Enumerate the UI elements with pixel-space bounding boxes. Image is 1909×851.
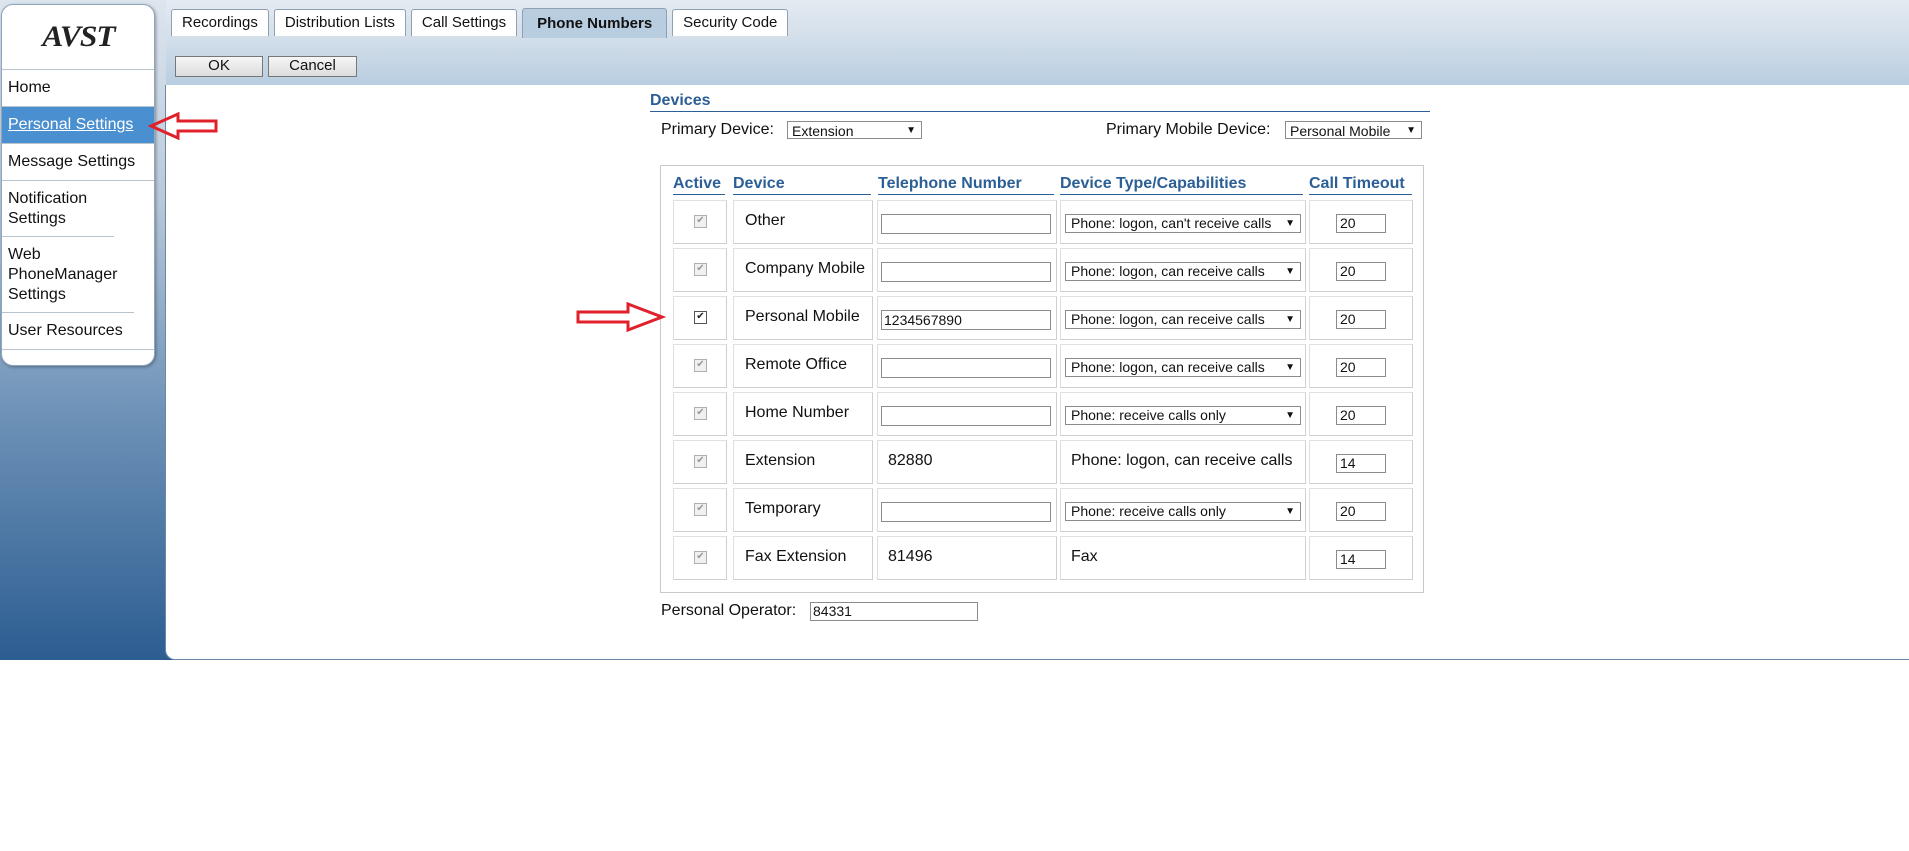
device-type-select[interactable]: Phone: logon, can receive calls ▼ (1065, 358, 1301, 377)
telephone-number-input[interactable] (881, 262, 1051, 282)
nav-personal-settings[interactable]: Personal Settings (2, 107, 154, 144)
dropdown-arrow-icon: ▼ (1406, 125, 1416, 136)
device-type-value: Phone: logon, can't receive calls (1071, 215, 1272, 231)
call-timeout-input[interactable]: 20 (1336, 502, 1386, 521)
telephone-number-input[interactable] (881, 502, 1051, 522)
primary-mobile-select[interactable]: Personal Mobile ▼ (1285, 121, 1422, 139)
dropdown-arrow-icon: ▼ (1285, 362, 1295, 373)
telephone-number-text: 81496 (888, 548, 933, 565)
device-type-value: Phone: receive calls only (1071, 503, 1226, 519)
primary-device-value: Extension (792, 123, 854, 139)
device-type-select[interactable]: Phone: logon, can receive calls ▼ (1065, 310, 1301, 329)
primary-device-select[interactable]: Extension ▼ (787, 121, 922, 139)
device-type-value: Phone: logon, can receive calls (1071, 311, 1265, 327)
col-call-timeout: Call Timeout (1309, 175, 1412, 195)
telephone-number-input[interactable]: 1234567890 (881, 310, 1051, 330)
device-name: Fax Extension (745, 548, 847, 565)
telephone-number-text: 82880 (888, 452, 933, 469)
active-checkbox[interactable]: ✔ (694, 503, 707, 516)
nav-notification-settings[interactable]: Notification Settings (2, 181, 114, 237)
personal-operator-label: Personal Operator: (661, 602, 797, 619)
device-type-select[interactable]: Phone: logon, can't receive calls ▼ (1065, 214, 1301, 233)
telephone-number-input[interactable] (881, 358, 1051, 378)
device-type-text: Phone: logon, can receive calls (1071, 452, 1293, 469)
active-checkbox[interactable]: ✔ (694, 455, 707, 468)
dropdown-arrow-icon: ▼ (1285, 410, 1295, 421)
active-checkbox[interactable]: ✔ (694, 215, 707, 228)
nav-message-settings[interactable]: Message Settings (2, 144, 154, 181)
col-active: Active (673, 175, 725, 195)
dropdown-arrow-icon: ▼ (1285, 314, 1295, 325)
active-checkbox[interactable]: ✔ (694, 263, 707, 276)
primary-mobile-value: Personal Mobile (1290, 123, 1391, 139)
device-type-text: Fax (1071, 548, 1098, 565)
device-type-value: Phone: logon, can receive calls (1071, 263, 1265, 279)
device-type-select[interactable]: Phone: receive calls only ▼ (1065, 406, 1301, 425)
nav-web-phonemanager-settings[interactable]: Web PhoneManager Settings (2, 237, 134, 313)
nav-home[interactable]: Home (2, 70, 154, 107)
nav-user-resources[interactable]: User Resources (2, 313, 154, 350)
device-name: Temporary (745, 500, 821, 517)
tab-security-code[interactable]: Security Code (672, 9, 789, 36)
dropdown-arrow-icon: ▼ (1285, 506, 1295, 517)
call-timeout-input[interactable]: 14 (1336, 550, 1386, 569)
tab-phone-numbers[interactable]: Phone Numbers (522, 8, 668, 38)
dropdown-arrow-icon: ▼ (1285, 218, 1295, 229)
col-telephone-number: Telephone Number (878, 175, 1054, 195)
sidebar: AVST Home Personal Settings Message Sett… (1, 4, 155, 366)
primary-device-label: Primary Device: (661, 121, 774, 138)
active-checkbox[interactable]: ✔ (694, 551, 707, 564)
device-name: Home Number (745, 404, 850, 421)
device-type-select[interactable]: Phone: receive calls only ▼ (1065, 502, 1301, 521)
logo-text: AVST (41, 20, 115, 53)
telephone-number-input[interactable] (881, 406, 1051, 426)
tab-recordings[interactable]: Recordings (171, 9, 269, 36)
dropdown-arrow-icon: ▼ (1285, 266, 1295, 277)
col-device: Device (733, 175, 871, 195)
device-name: Remote Office (745, 356, 847, 373)
tab-bar: Recordings Distribution Lists Call Setti… (171, 8, 789, 38)
devices-section-title: Devices (650, 92, 1430, 112)
device-name: Other (745, 212, 786, 229)
telephone-number-input[interactable] (881, 214, 1051, 234)
call-timeout-input[interactable]: 20 (1336, 310, 1386, 329)
annotation-arrow-right-icon (576, 302, 666, 332)
active-checkbox[interactable]: ✔ (694, 359, 707, 372)
active-checkbox[interactable]: ✔ (694, 407, 707, 420)
call-timeout-input[interactable]: 20 (1336, 358, 1386, 377)
tab-distribution-lists[interactable]: Distribution Lists (273, 9, 406, 36)
call-timeout-input[interactable]: 20 (1336, 406, 1386, 425)
cancel-button[interactable]: Cancel (268, 56, 357, 77)
ok-button[interactable]: OK (175, 56, 263, 77)
annotation-arrow-left-icon (148, 112, 218, 140)
primary-mobile-label: Primary Mobile Device: (1106, 121, 1271, 138)
call-timeout-input[interactable]: 20 (1336, 214, 1386, 233)
personal-operator-input[interactable]: 84331 (810, 602, 978, 621)
tab-call-settings[interactable]: Call Settings (410, 9, 518, 36)
device-name: Personal Mobile (745, 308, 860, 325)
device-type-value: Phone: receive calls only (1071, 407, 1226, 423)
col-device-type: Device Type/Capabilities (1060, 175, 1303, 195)
call-timeout-input[interactable]: 14 (1336, 454, 1386, 473)
device-name: Extension (745, 452, 816, 469)
device-type-select[interactable]: Phone: logon, can receive calls ▼ (1065, 262, 1301, 281)
device-name: Company Mobile (745, 260, 866, 277)
dropdown-arrow-icon: ▼ (906, 125, 916, 136)
call-timeout-input[interactable]: 20 (1336, 262, 1386, 281)
device-type-value: Phone: logon, can receive calls (1071, 359, 1265, 375)
avst-logo: AVST (2, 5, 154, 70)
active-checkbox[interactable]: ✔ (694, 311, 707, 324)
